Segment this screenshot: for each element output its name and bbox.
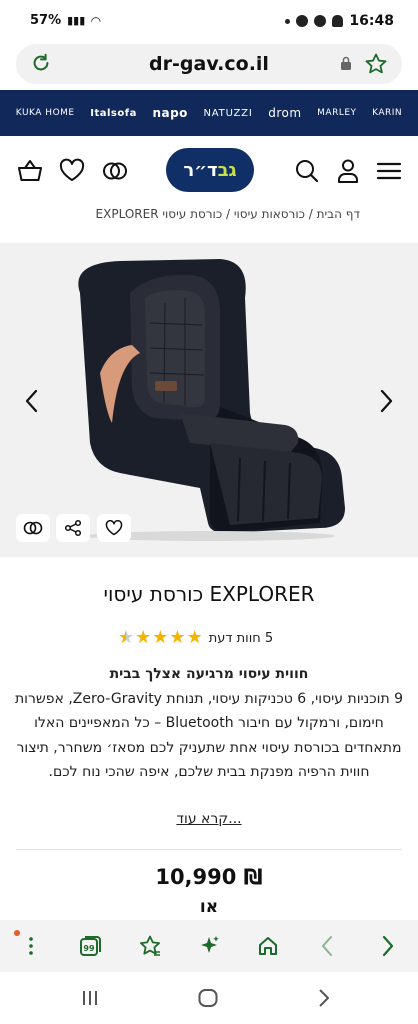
brand-kuka[interactable]: KUKA HOME: [16, 108, 75, 118]
signal-icon: ▮▮▮: [67, 14, 86, 27]
heart-icon: [105, 520, 123, 536]
system-navigation: [0, 972, 418, 1024]
gallery-prev-icon[interactable]: [22, 388, 42, 414]
brand-karin[interactable]: KARIN: [372, 108, 402, 118]
address-bar[interactable]: dr-gav.co.il: [16, 44, 402, 84]
home-icon[interactable]: [255, 933, 281, 959]
star-icon: ★: [152, 627, 169, 648]
back-icon[interactable]: [314, 933, 340, 959]
share-chip[interactable]: [56, 514, 90, 542]
star-icon: ★: [186, 627, 203, 648]
reviews-count[interactable]: 5 חוות דעת: [209, 631, 273, 646]
svg-text:99: 99: [83, 944, 95, 953]
star-icon: ★★: [118, 627, 135, 648]
ai-sparkle-icon[interactable]: [196, 933, 222, 959]
share-icon: [64, 519, 82, 537]
product-gallery[interactable]: [0, 243, 418, 557]
bookmark-star-icon[interactable]: [364, 52, 388, 76]
lock-icon[interactable]: [340, 56, 352, 70]
recent-apps-icon[interactable]: [78, 986, 102, 1010]
forward-icon[interactable]: [375, 933, 401, 959]
brand-drom[interactable]: drom: [268, 106, 301, 120]
brand-napo[interactable]: napo: [152, 106, 187, 120]
facebook-icon-2: [314, 15, 327, 27]
site-header: ד״ר גב: [0, 140, 418, 200]
bookmarks-icon[interactable]: [137, 933, 163, 959]
battery-level: 57%: [30, 13, 62, 28]
compare-icon[interactable]: [101, 157, 129, 185]
logo-accent: גב: [217, 159, 237, 181]
wishlist-heart-icon[interactable]: [58, 157, 86, 185]
brand-marley[interactable]: MARLEY: [317, 108, 356, 118]
brand-natuzzi[interactable]: NATUZZI: [204, 108, 253, 119]
status-bar: 57% ▮▮▮ ◠ 16:48: [0, 0, 418, 40]
star-icon: ★: [169, 627, 186, 648]
brand-italsofa[interactable]: Italsofa: [90, 108, 137, 119]
home-button-icon[interactable]: [196, 986, 220, 1010]
divider: [16, 849, 402, 850]
system-back-icon[interactable]: [312, 986, 336, 1010]
more-options-icon[interactable]: [18, 933, 44, 959]
search-icon[interactable]: [293, 157, 321, 185]
breadcrumb[interactable]: דף הבית / כורסאות עיסוי / כורסת עיסוי EX…: [96, 207, 360, 221]
brand-strip: KUKA HOME Italsofa napo NATUZZI drom MAR…: [0, 90, 418, 136]
rating-row[interactable]: ★★ ★ ★ ★ ★ 5 חוות דעת: [118, 626, 298, 650]
product-title: כורסת עיסוי EXPLORER: [103, 582, 315, 606]
product-image: [78, 259, 345, 541]
read-more-link[interactable]: קרא עוד...: [0, 811, 418, 827]
bell-icon: [332, 15, 344, 27]
logo-text: ד״ר: [183, 159, 218, 181]
description-body: 9 תוכניות עיסוי, 6 טכניקות עיסוי, תנוחת …: [14, 690, 404, 781]
facebook-icon: [296, 15, 309, 27]
rating-stars: ★★ ★ ★ ★ ★: [118, 629, 203, 647]
notification-dot-icon: [285, 18, 291, 24]
tabs-icon[interactable]: 99: [77, 933, 103, 959]
product-price: 10,990 ₪: [155, 865, 263, 889]
cart-icon[interactable]: [16, 157, 44, 185]
menu-icon[interactable]: [375, 157, 403, 185]
account-icon[interactable]: [334, 157, 362, 185]
wishlist-chip[interactable]: [97, 514, 131, 542]
compare-chip-icon: [23, 521, 43, 535]
or-label: או: [199, 897, 219, 917]
star-icon: ★: [135, 627, 152, 648]
product-description: חווית עיסוי מרגיעה אצלך בבית 9 תוכניות ע…: [12, 662, 406, 785]
site-logo[interactable]: ד״ר גב: [166, 148, 254, 192]
wifi-icon: ◠: [91, 13, 101, 28]
clock: 16:48: [349, 13, 394, 29]
compare-chip[interactable]: [16, 514, 50, 542]
description-lead: חווית עיסוי מרגיעה אצלך בבית: [109, 666, 309, 682]
gallery-next-icon[interactable]: [376, 388, 396, 414]
browser-toolbar: 99: [0, 920, 418, 972]
